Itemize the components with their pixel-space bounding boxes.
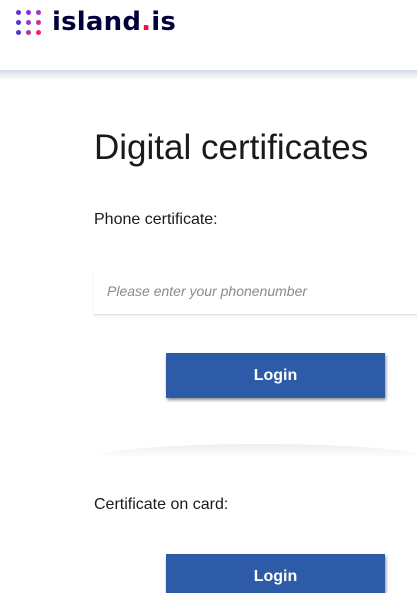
page-title: Digital certificates (94, 128, 369, 167)
card-login-button[interactable]: Login (166, 554, 385, 593)
phone-login-button[interactable]: Login (166, 353, 385, 398)
phone-certificate-label: Phone certificate: (94, 211, 218, 228)
phone-number-input[interactable] (94, 267, 417, 315)
header-shadow (0, 70, 417, 80)
island-logo[interactable]: island.is (15, 5, 176, 39)
section-divider (95, 444, 417, 458)
card-certificate-label: Certificate on card: (94, 496, 229, 513)
page: island.is Digital certificates Phone cer… (0, 0, 417, 593)
logo-text: island.is (52, 7, 176, 37)
logo-text-dot: . (141, 7, 152, 37)
logo-text-island: island (52, 7, 142, 37)
logo-text-is: is (151, 7, 177, 37)
logo-dots-icon (15, 9, 42, 36)
header: island.is (0, 0, 417, 70)
